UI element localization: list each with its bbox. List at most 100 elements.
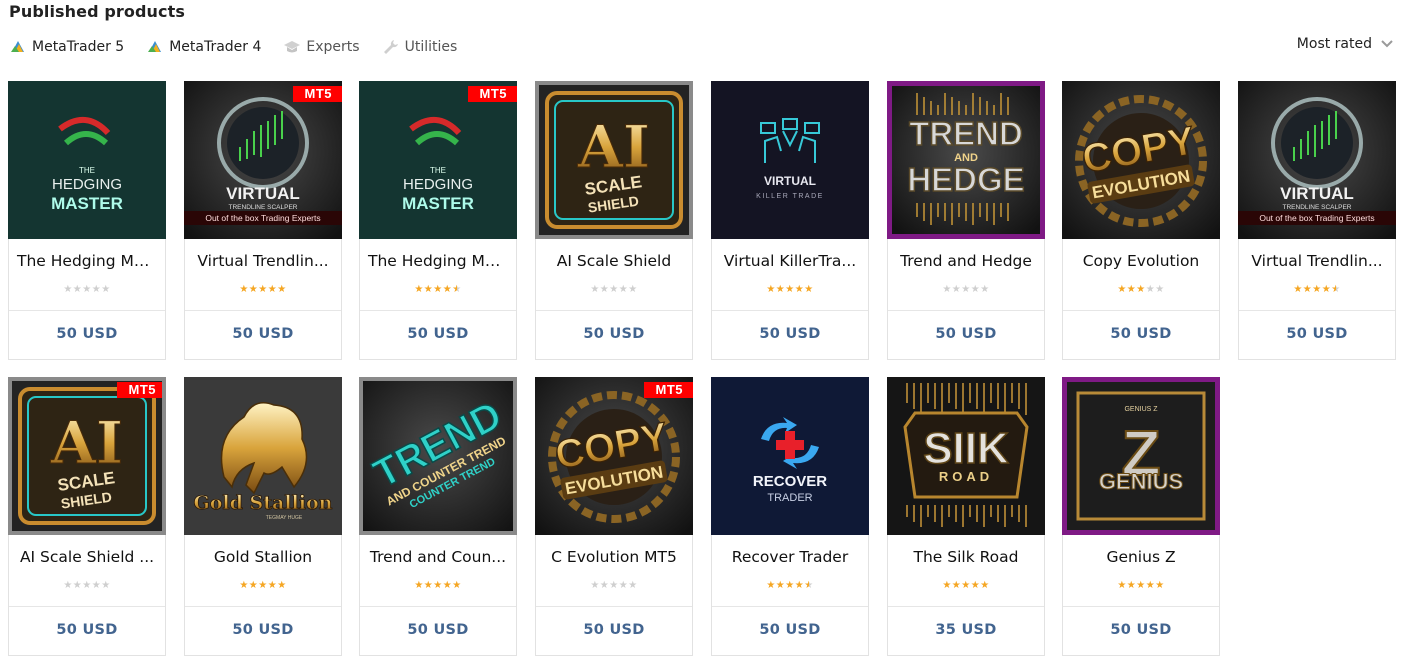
product-price[interactable]: 50 USD <box>1063 622 1219 638</box>
section-title: Published products <box>9 2 185 21</box>
product-card[interactable]: COPY EVOLUTION Copy Evolution ★★★★★ 50 USD <box>1062 81 1220 360</box>
star-icon: ★ <box>951 580 962 591</box>
chevron-down-icon <box>1381 40 1393 48</box>
filter-label: MetaTrader 4 <box>169 39 262 55</box>
star-icon: ★ <box>775 580 786 591</box>
product-image[interactable]: TREND AND COUNTER TREND COUNTER TREND <box>359 377 517 535</box>
product-image[interactable]: COPY EVOLUTION <box>1062 81 1220 239</box>
product-image[interactable]: SIIK ROAD <box>887 377 1045 535</box>
product-name[interactable]: Copy Evolution <box>1063 252 1219 270</box>
product-card[interactable]: VIRTUAL TRENDLINE SCALPER Out of the box… <box>184 81 342 360</box>
star-icon: ★ <box>1321 284 1332 295</box>
star-icon: ★ <box>277 284 287 295</box>
product-card[interactable]: THE HEDGING MASTER The Hedging Ma... ★★★★★… <box>8 81 166 360</box>
product-card[interactable]: TREND AND HEDGE Trend and Hedge ★★★★★ 50 U… <box>887 81 1045 360</box>
star-icon: ★ <box>794 580 805 591</box>
star-icon: ★ <box>618 284 629 295</box>
product-card[interactable]: SIIK ROAD The Silk Road ★★★★★ 35 USD <box>887 377 1045 656</box>
product-price[interactable]: 50 USD <box>9 622 165 638</box>
product-price[interactable]: 50 USD <box>360 326 516 342</box>
svg-text:Out of the box Trading Experts: Out of the box Trading Experts <box>1259 213 1374 223</box>
wrench-icon <box>383 40 398 54</box>
product-image[interactable]: THE HEDGING MASTER MT5 <box>359 81 517 239</box>
product-image[interactable]: RECOVER TRADER <box>711 377 869 535</box>
svg-text:Out of the box Trading Experts: Out of the box Trading Experts <box>205 213 320 223</box>
product-image[interactable]: THE HEDGING MASTER <box>8 81 166 239</box>
product-card[interactable]: COPY EVOLUTION MT5 C Evolution MT5 ★★★★★ 50 … <box>535 377 693 656</box>
product-name[interactable]: The Hedging Ma... <box>9 252 165 270</box>
product-name[interactable]: Virtual Trendlin... <box>185 252 341 270</box>
product-name[interactable]: Trend and Hedge <box>888 252 1044 270</box>
svg-text:KILLER TRADE: KILLER TRADE <box>756 193 824 200</box>
star-icon: ★ <box>766 580 776 591</box>
product-card[interactable]: AI SCALE SHIELD MT5 AI Scale Shield ... ★ ★ ★… <box>8 377 166 656</box>
filter-metatrader-5[interactable]: MetaTrader 5 <box>9 38 124 56</box>
product-image[interactable]: VIRTUAL TRENDLINE SCALPER Out of the box… <box>184 81 342 239</box>
product-name[interactable]: Virtual KillerTra... <box>712 252 868 270</box>
product-card[interactable]: VIRTUAL TRENDLINE SCALPER Out of the box… <box>1238 81 1396 360</box>
filter-experts[interactable]: Experts <box>283 38 360 56</box>
product-name[interactable]: C Evolution MT5 <box>536 548 692 566</box>
product-name[interactable]: Recover Trader <box>712 548 868 566</box>
svg-text:MASTER: MASTER <box>402 194 474 213</box>
product-name[interactable]: AI Scale Shield ... <box>9 548 165 566</box>
product-rating: ★★★★★ <box>185 285 341 295</box>
product-name[interactable]: Virtual Trendlin... <box>1239 252 1395 270</box>
product-price[interactable]: 50 USD <box>888 326 1044 342</box>
product-name[interactable]: Gold Stallion <box>185 548 341 566</box>
product-name[interactable]: The Silk Road <box>888 548 1044 566</box>
product-price[interactable]: 50 USD <box>9 326 165 342</box>
product-card[interactable]: GENIUS Z Z GENIUS Genius Z ★★★★★ 50 USD <box>1062 377 1220 656</box>
product-rating: ★★★★★ <box>888 581 1044 591</box>
product-name[interactable]: The Hedging Ma... <box>360 252 516 270</box>
product-price[interactable]: 50 USD <box>1239 326 1395 342</box>
star-icon: ★ <box>82 580 92 591</box>
product-card[interactable]: VIRTUAL KILLER TRADE Virtual KillerTra...… <box>711 81 869 360</box>
product-price[interactable]: 50 USD <box>360 622 516 638</box>
sort-dropdown[interactable]: Most rated <box>1297 36 1394 52</box>
platform-badge: MT5 <box>116 382 166 398</box>
star-icon: ★ <box>442 580 453 591</box>
star-icon: ★ <box>961 580 971 591</box>
star-icon: ★ <box>63 580 73 591</box>
star-icon: ★ <box>433 284 443 295</box>
product-price[interactable]: 50 USD <box>536 326 692 342</box>
card-divider <box>1063 606 1219 607</box>
star-icon: ★ <box>101 580 111 591</box>
star-icon: ★ <box>423 284 434 295</box>
product-image[interactable]: GENIUS Z Z GENIUS <box>1062 377 1220 535</box>
product-image[interactable]: VIRTUAL TRENDLINE SCALPER Out of the box… <box>1238 81 1396 239</box>
card-divider <box>185 310 341 311</box>
product-image[interactable]: COPY EVOLUTION MT5 <box>535 377 693 535</box>
product-price[interactable]: 50 USD <box>1063 326 1219 342</box>
star-icon: ★ <box>1145 580 1156 591</box>
star-icon: ★ <box>82 284 92 295</box>
star-icon: ★ <box>101 284 111 295</box>
product-price[interactable]: 50 USD <box>536 622 692 638</box>
star-icon: ★ <box>980 580 990 591</box>
product-rating: ★★★★★ <box>360 285 516 295</box>
filter-utilities[interactable]: Utilities <box>382 38 457 56</box>
product-price[interactable]: 35 USD <box>888 622 1044 638</box>
product-name[interactable]: AI Scale Shield <box>536 252 692 270</box>
filter-metatrader-4[interactable]: MetaTrader 4 <box>146 38 261 56</box>
star-icon: ★ <box>1126 284 1137 295</box>
product-price[interactable]: 50 USD <box>185 326 341 342</box>
product-card[interactable]: TREND AND COUNTER TREND COUNTER TREND Tr… <box>359 377 517 656</box>
product-name[interactable]: Genius Z <box>1063 548 1219 566</box>
product-image[interactable]: TREND AND HEDGE <box>887 81 1045 239</box>
product-card[interactable]: RECOVER TRADER Recover Trader ★★★★★ 50 USD <box>711 377 869 656</box>
product-card[interactable]: Gold Stallion TEGMAY HUGE Gold Stallion ★★… <box>184 377 342 656</box>
product-price[interactable]: 50 USD <box>712 622 868 638</box>
star-icon: ★ <box>951 284 962 295</box>
product-price[interactable]: 50 USD <box>185 622 341 638</box>
product-image[interactable]: AI SCALE SHIELD MT5 <box>8 377 166 535</box>
product-card[interactable]: AI SCALE SHIELD AI Scale Shield ★★★★★ 50 US… <box>535 81 693 360</box>
product-name[interactable]: Trend and Coun... <box>360 548 516 566</box>
product-image[interactable]: Gold Stallion TEGMAY HUGE <box>184 377 342 535</box>
product-image[interactable]: VIRTUAL KILLER TRADE <box>711 81 869 239</box>
product-price[interactable]: 50 USD <box>712 326 868 342</box>
card-divider <box>888 310 1044 311</box>
product-card[interactable]: THE HEDGING MASTER MT5 The Hedging Ma... ★★… <box>359 81 517 360</box>
product-image[interactable]: AI SCALE SHIELD <box>535 81 693 239</box>
